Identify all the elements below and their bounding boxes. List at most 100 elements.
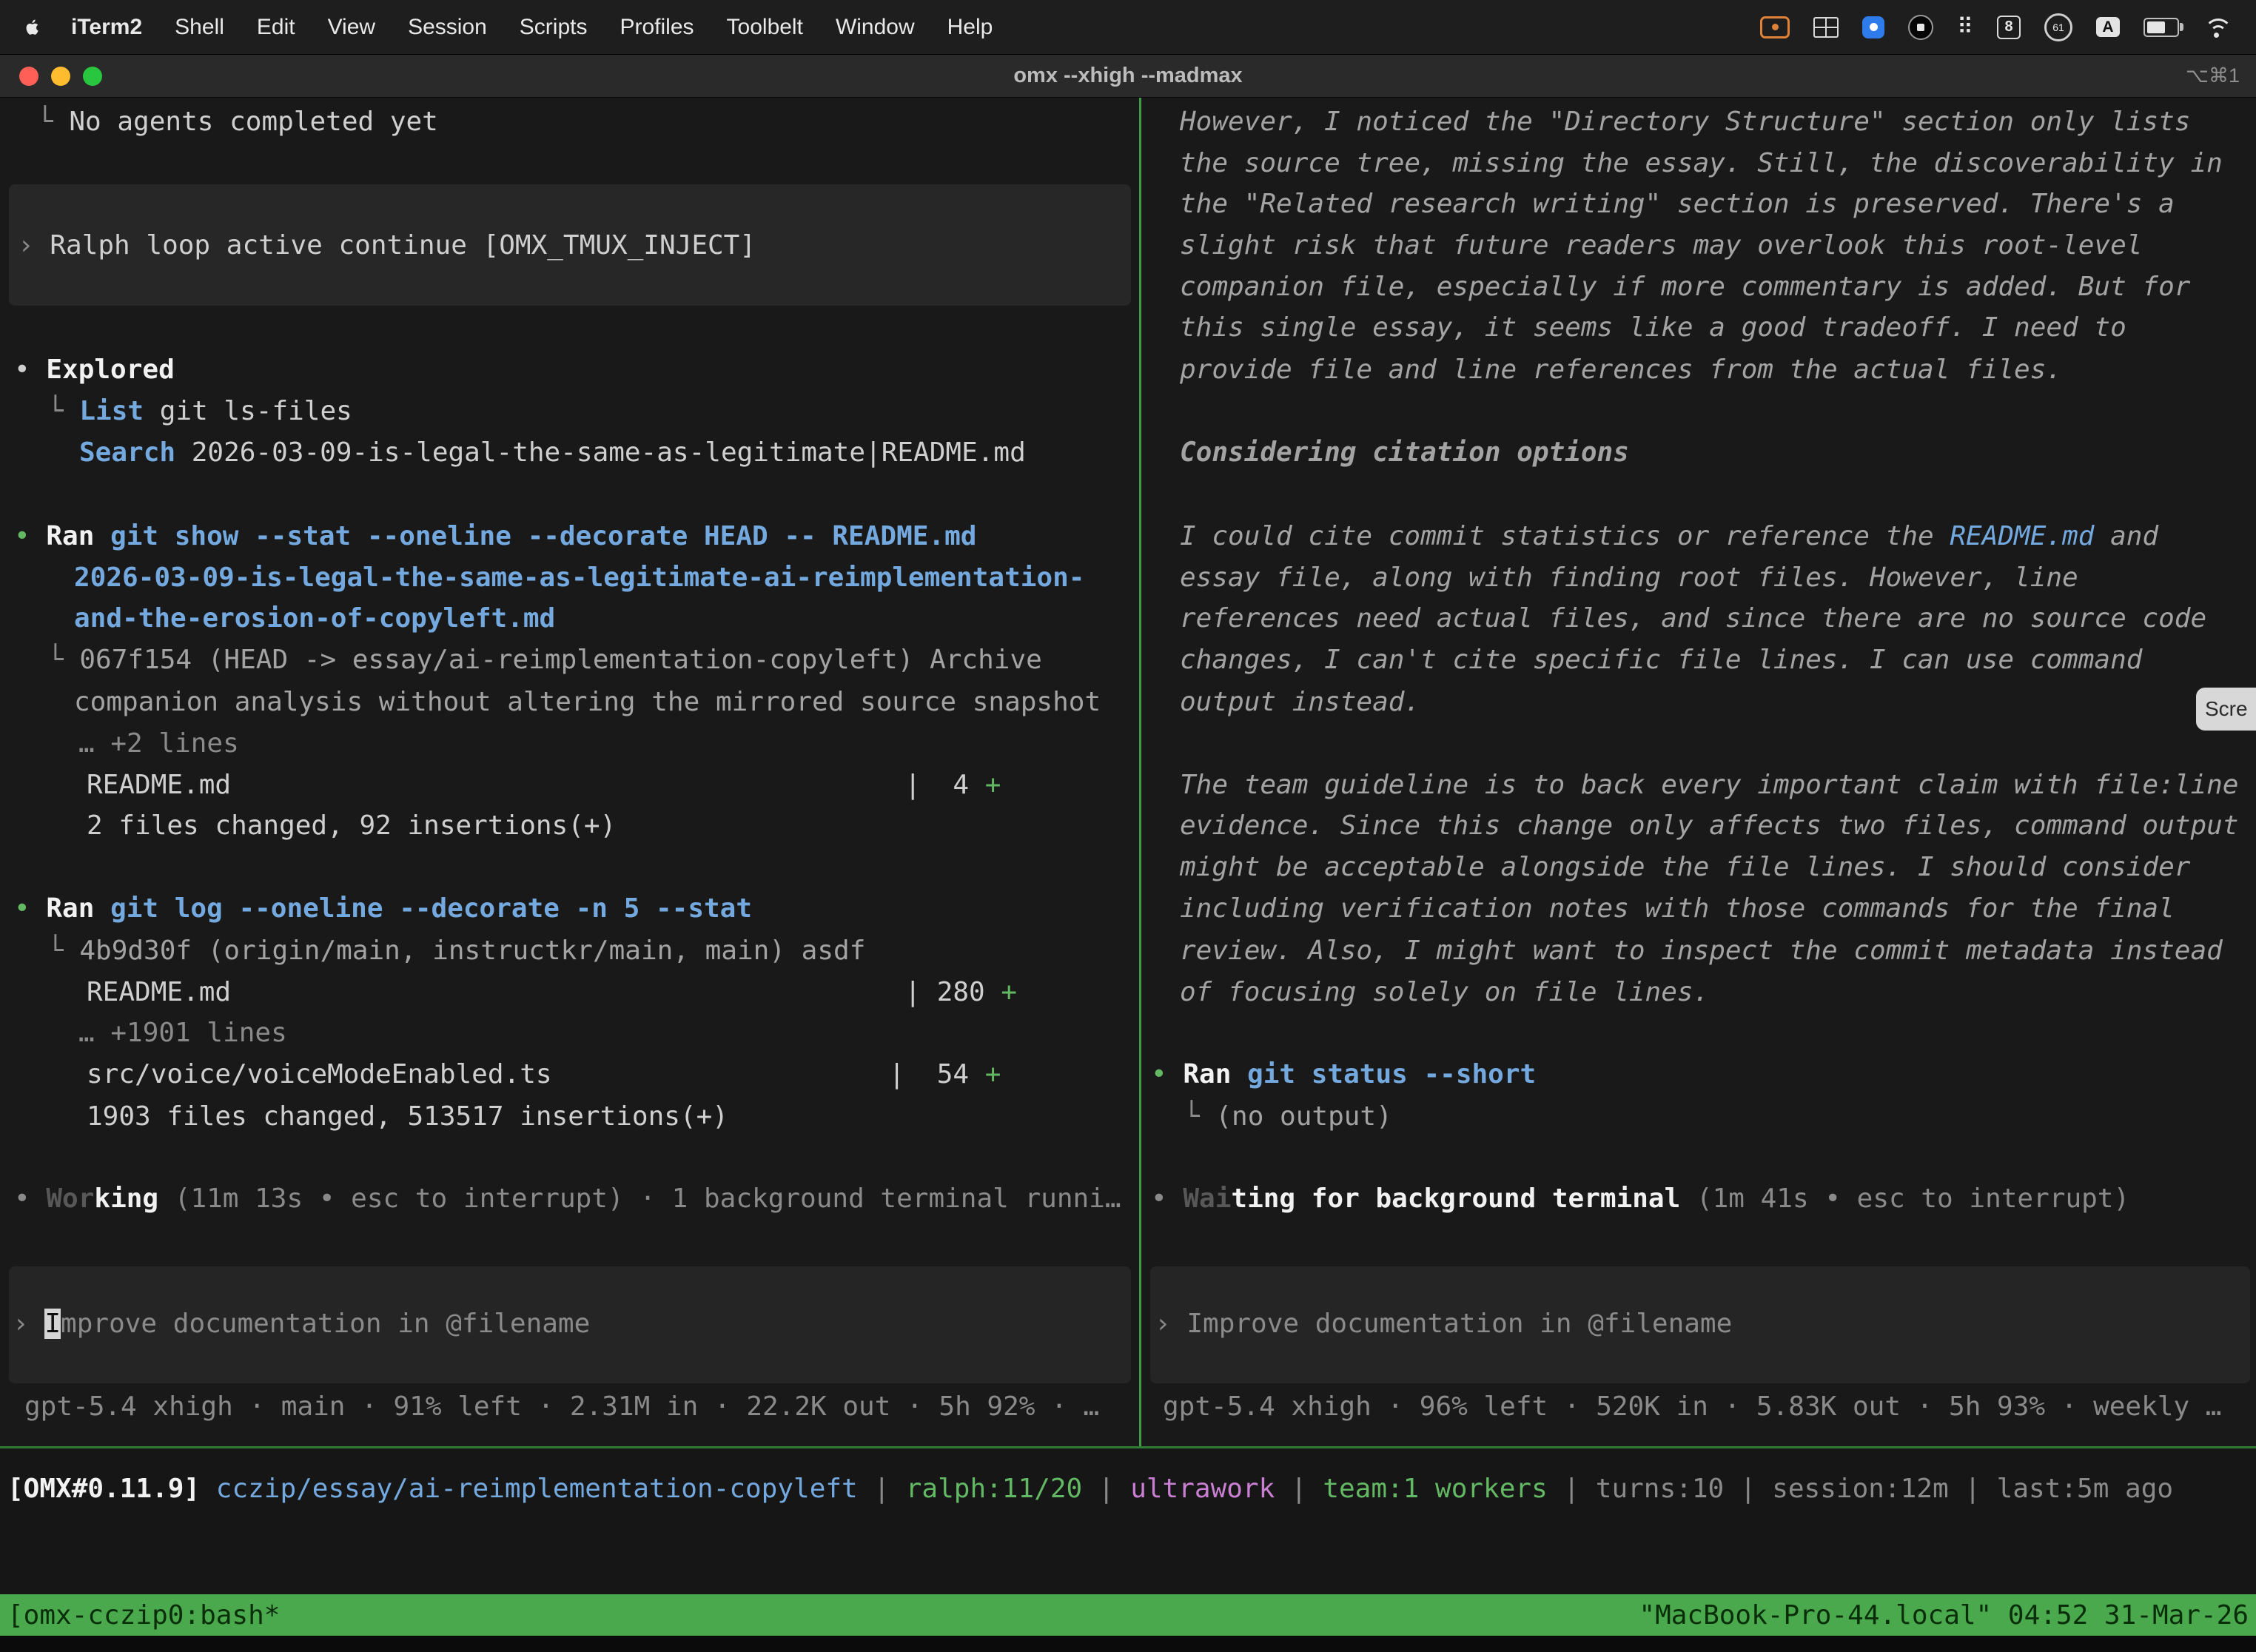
text-segment: might be acceptable alongside the file l… — [1180, 852, 2190, 882]
reasoning-line: However, I noticed the "Directory Struct… — [1180, 101, 2190, 143]
reasoning-line: companion file, especially if more comme… — [1180, 266, 2190, 308]
title-bar[interactable]: omx --xhigh --madmax ⌥⌘1 — [0, 55, 2256, 98]
text-segment: | — [1548, 1474, 1596, 1504]
tmux-status-bar: [omx-cczip0:bash* "MacBook-Pro-44.local"… — [0, 1594, 2256, 1636]
text-segment: git status --short — [1247, 1059, 1536, 1089]
battery-percent-badge[interactable]: 61 — [2044, 13, 2072, 41]
battery-icon[interactable] — [2143, 18, 2179, 37]
menu-item-window[interactable]: Window — [819, 15, 931, 40]
menu-item-iterm2[interactable]: iTerm2 — [55, 15, 158, 40]
tmux-host-clock: "MacBook-Pro-44.local" 04:52 31-Mar-26 — [1639, 1600, 2249, 1631]
reasoning-heading: Considering citation options — [1180, 432, 1629, 474]
reasoning-line: essay file, along with finding root file… — [1180, 557, 2078, 599]
text-segment: Wai — [1183, 1183, 1231, 1214]
agents-completed-line: └ No agents completed yet — [37, 101, 438, 143]
menu-item-help[interactable]: Help — [931, 15, 1010, 40]
text-segment: └ — [37, 107, 69, 137]
menu-item-scripts[interactable]: Scripts — [503, 15, 604, 40]
grid-app-icon[interactable] — [1813, 17, 1839, 38]
reasoning-line: review. Also, I might want to inspect th… — [1180, 930, 2223, 972]
screen-recording-indicator-icon[interactable] — [1760, 16, 1790, 38]
menu-item-toolbelt[interactable]: Toolbelt — [711, 15, 819, 40]
text-segment: references need actual files, and since … — [1180, 603, 2206, 634]
text-segment: + — [985, 1059, 1001, 1089]
text-segment: … +1901 lines — [78, 1018, 287, 1048]
text-segment: | — [1724, 1474, 1772, 1504]
text-segment: the "Related research writing" section i… — [1180, 189, 2175, 219]
pane-divider[interactable] — [1139, 98, 1141, 1446]
dark-app-icon[interactable] — [1908, 15, 1933, 40]
text-segment: Ran — [1183, 1059, 1247, 1089]
text-segment: review. Also, I might want to inspect th… — [1180, 936, 2223, 966]
commit-line: └ 4b9d30f (origin/main, instructkr/main,… — [47, 930, 865, 972]
right-prompt-line: › Improve documentation in @filename — [1155, 1303, 1732, 1345]
wifi-icon[interactable] — [2203, 17, 2231, 38]
menu-item-session[interactable]: Session — [392, 15, 503, 40]
text-segment: README.md | 280 — [87, 977, 1001, 1007]
reasoning-line: of focusing solely on file lines. — [1180, 972, 1709, 1013]
apps-grid-icon[interactable]: ⠿ — [1957, 14, 1973, 40]
stat-line: README.md | 4 + — [87, 765, 1001, 806]
window-shortcut: ⌥⌘1 — [2186, 55, 2240, 98]
menu-bar: iTerm2 Shell Edit View Session Scripts P… — [0, 0, 2256, 55]
text-segment: king — [94, 1183, 158, 1214]
stat-summary: 1903 files changed, 513517 insertions(+) — [87, 1096, 728, 1138]
apple-menu[interactable] — [21, 17, 55, 38]
text-segment: (no output) — [1215, 1101, 1391, 1132]
stat-line: README.md | 280 + — [87, 972, 1017, 1013]
blue-app-icon[interactable] — [1862, 16, 1884, 38]
waiting-status: • Waiting for background terminal (1m 41… — [1151, 1178, 2129, 1220]
screen-overlay-tab[interactable]: Scre — [2196, 688, 2256, 731]
left-status-line: gpt-5.4 xhigh · main · 91% left · 2.31M … — [24, 1386, 1099, 1428]
menu-item-view[interactable]: View — [312, 15, 392, 40]
text-segment: mprove documentation in @filename — [61, 1309, 590, 1339]
text-segment: › — [18, 230, 50, 261]
truncated-lines-note: … +1901 lines — [78, 1013, 287, 1054]
reasoning-line: I could cite commit statistics or refere… — [1180, 516, 2158, 557]
right-status-line: gpt-5.4 xhigh · 96% left · 520K in · 5.8… — [1163, 1386, 2221, 1428]
text-segment: Improve documentation in @filename — [1186, 1309, 1732, 1339]
text-segment: evidence. Since this change only affects… — [1180, 810, 2238, 841]
menu-item-edit[interactable]: Edit — [241, 15, 312, 40]
key-icon[interactable]: 8 — [1997, 16, 2021, 39]
reasoning-line: including verification notes with those … — [1180, 888, 2175, 930]
text-segment: gpt-5.4 xhigh · main · 91% left · 2.31M … — [24, 1391, 1099, 1422]
reasoning-line: might be acceptable alongside the file l… — [1180, 847, 2190, 888]
text-segment: • — [14, 893, 46, 924]
menu-status-icons: ⠿ 8 61 A — [1760, 13, 2256, 41]
battery-percent-label: 61 — [2052, 21, 2064, 33]
battery-level — [2147, 21, 2165, 33]
text-segment: team:1 workers — [1323, 1474, 1547, 1504]
omx-status-line: [OMX#0.11.9] cczip/essay/ai-reimplementa… — [7, 1468, 2173, 1510]
text-segment: src/voice/voiceModeEnabled.ts | 54 — [87, 1059, 985, 1089]
menu-bar-left: iTerm2 Shell Edit View Session Scripts P… — [0, 15, 1009, 40]
ran-git-show: • Ran git show --stat --oneline --decora… — [14, 516, 976, 557]
menu-item-shell[interactable]: Shell — [158, 15, 241, 40]
stat-line: src/voice/voiceModeEnabled.ts | 54 + — [87, 1054, 1001, 1095]
text-segment: • — [1151, 1059, 1183, 1089]
reasoning-line: slight risk that future readers may over… — [1180, 225, 2142, 266]
text-segment: git show --stat --oneline --decorate HEA… — [110, 521, 976, 551]
text-segment: I — [44, 1309, 61, 1339]
bottom-strip — [0, 1636, 2256, 1652]
text-segment: (1m 41s • esc to interrupt) — [1680, 1183, 2129, 1214]
reasoning-line: evidence. Since this change only affects… — [1180, 805, 2238, 847]
text-segment: companion analysis without altering the … — [74, 687, 1101, 717]
command-wrap-line: and-the-erosion-of-copyleft.md — [74, 598, 555, 639]
menu-item-profiles[interactable]: Profiles — [603, 15, 710, 40]
recording-dot-icon — [1772, 24, 1779, 30]
working-status: • Working (11m 13s • esc to interrupt) ·… — [14, 1178, 1121, 1220]
text-segment: › — [13, 1309, 44, 1339]
text-segment: companion file, especially if more comme… — [1180, 272, 2190, 302]
input-source-icon[interactable]: A — [2096, 17, 2120, 37]
text-segment: and-the-erosion-of-copyleft.md — [74, 603, 555, 634]
ralph-loop-status: › Ralph loop active continue [OMX_TMUX_I… — [18, 225, 756, 266]
text-segment: • — [14, 355, 46, 385]
text-segment: The team guideline is to back every impo… — [1180, 770, 2238, 800]
tmux-session-label: [omx-cczip0:bash* — [7, 1600, 280, 1631]
reasoning-line: changes, I can't cite specific file line… — [1180, 639, 2142, 681]
reasoning-line: output instead. — [1180, 682, 1420, 723]
text-segment: README.md | 4 — [87, 770, 985, 800]
text-segment: 067f154 (HEAD -> essay/ai-reimplementati… — [79, 645, 1041, 675]
text-segment: ting for background terminal — [1231, 1183, 1680, 1214]
